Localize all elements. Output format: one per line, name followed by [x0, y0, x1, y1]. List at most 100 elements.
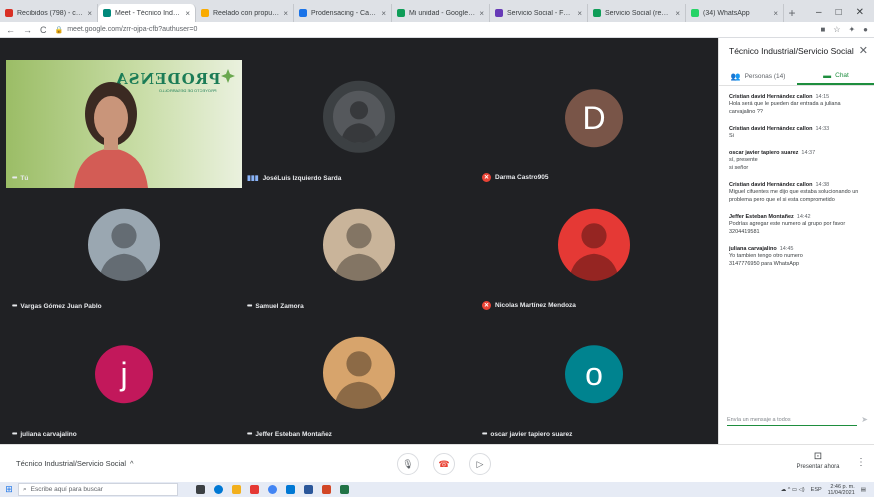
browser-tab[interactable]: Servicio Social (respuestas)×	[588, 4, 686, 22]
more-options-icon[interactable]: ⋮	[856, 457, 866, 468]
file-explorer-icon[interactable]	[232, 485, 241, 494]
participant-grid: PRODENSA PROYECTO DE DESARROLLO ••• Tú ▮▮▮ Jo…	[6, 60, 712, 440]
camera-icon[interactable]: ■	[820, 25, 825, 34]
message-text: 3204419581	[729, 229, 760, 235]
windows-start-icon[interactable]: ⊞	[0, 484, 18, 495]
participant-tile[interactable]: j ••• juliana carvajalino	[6, 316, 242, 444]
browser-tab[interactable]: Mi unidad - Google Drive×	[392, 4, 490, 22]
browser-tab[interactable]: Meet - Técnico Industr... ×	[98, 4, 196, 22]
clock[interactable]: 2:46 p. m. 11/04/2021	[828, 484, 855, 496]
participant-name: Darma Castro905	[495, 174, 549, 181]
participant-tile[interactable]: PRODENSA PROYECTO DE DESARROLLO ••• Tú	[6, 60, 242, 188]
hang-up-button[interactable]: ☎	[433, 453, 455, 475]
tray-icons[interactable]: ☁ ^ ▭ ◁)	[781, 487, 805, 493]
avatar-photo	[323, 208, 395, 281]
tab-title: Meet - Técnico Industr...	[115, 9, 181, 17]
browser-tab[interactable]: Prodensacing - Calendar ×	[294, 4, 392, 22]
audio-dots-icon: •••	[247, 303, 252, 310]
participant-name: oscar javier tapiero suarez	[490, 431, 573, 438]
participant-tile[interactable]: ••• Vargas Gómez Juan Pablo	[6, 188, 242, 316]
close-window-icon[interactable]: ✕	[856, 7, 864, 18]
reload-icon[interactable]: C	[40, 25, 47, 35]
chevron-up-icon: ^	[130, 459, 134, 468]
close-tab-icon[interactable]: ×	[479, 9, 484, 18]
browser-tab-bar: Recibidos (798) - caroleinz...×Meet - Té…	[0, 0, 874, 22]
close-icon[interactable]: ✕	[859, 44, 868, 57]
bookmark-star-icon[interactable]: ☆	[833, 25, 840, 34]
profile-photo-icon	[98, 223, 150, 281]
url-text: meet.google.com/zrr-ojpa-cfb?authuser=0	[67, 26, 198, 33]
panel-tabs: 👥 Personas (14) ▬ Chat	[719, 68, 874, 86]
taskbar-apps	[196, 485, 349, 494]
system-tray: ☁ ^ ▭ ◁) ESP 2:46 p. m. 11/04/2021 ▤	[781, 484, 874, 496]
url-field[interactable]: 🔒 meet.google.com/zrr-ojpa-cfb?authuser=…	[55, 26, 813, 34]
favicon-icon	[299, 9, 307, 17]
tab-people[interactable]: 👥 Personas (14)	[719, 68, 797, 85]
close-tab-icon[interactable]: ×	[185, 9, 190, 18]
taskbar-search[interactable]: ⌕ Escribe aquí para buscar	[18, 483, 178, 496]
favicon-icon	[5, 9, 13, 17]
avatar-photo	[558, 208, 630, 281]
forward-icon[interactable]: →	[23, 25, 32, 35]
browser-tab[interactable]: Recibidos (798) - caroleinz... ×	[0, 4, 98, 22]
avatar-photo	[323, 80, 395, 153]
close-tab-icon[interactable]: ×	[381, 9, 386, 18]
present-now-button[interactable]: ⊡ Presentar ahora	[788, 451, 848, 470]
close-tab-icon[interactable]: ×	[773, 9, 778, 18]
browser-tab[interactable]: Reelado con propuesta (1)...×	[196, 4, 294, 22]
hang-up-icon: ☎	[438, 458, 450, 469]
close-tab-icon[interactable]: ×	[675, 9, 680, 18]
browser-tab[interactable]: Servicio Social - Formulari... ×	[490, 4, 588, 22]
participant-tile[interactable]: ••• Jeffer Esteban Montañez	[241, 316, 477, 444]
word-icon[interactable]	[304, 485, 313, 494]
microphone-button[interactable]: 🎙	[397, 453, 419, 475]
avatar-letter: o	[585, 355, 603, 392]
excel-icon[interactable]	[340, 485, 349, 494]
tab-chat[interactable]: ▬ Chat	[797, 68, 874, 85]
notifications-icon[interactable]: ▤	[861, 487, 866, 493]
store-icon[interactable]	[286, 485, 295, 494]
task-view-icon[interactable]	[196, 485, 205, 494]
tab-title: Prodensacing - Calendar	[311, 9, 377, 17]
clock-time: 2:46 p. m.	[830, 483, 855, 490]
profile-avatar[interactable]: ●	[863, 25, 868, 34]
close-tab-icon[interactable]: ×	[87, 9, 92, 18]
participant-tile[interactable]: ••• Samuel Zamora	[241, 188, 477, 316]
chrome-icon[interactable]	[268, 485, 277, 494]
new-tab-button[interactable]: +	[784, 4, 800, 22]
minimize-icon[interactable]: –	[816, 7, 822, 18]
extension-icon[interactable]: ✦	[848, 25, 855, 34]
chat-message: Jeffer Esteban Montañez 14:42 Podrías agre…	[729, 214, 869, 236]
present-icon: ⊡	[813, 451, 823, 462]
message-text: carvajalino ??	[729, 109, 763, 115]
app-icon-red[interactable]	[250, 485, 259, 494]
participant-tile[interactable]: ✕ Nicolas Martínez Mendoza	[476, 188, 712, 316]
address-bar: ← → C 🔒 meet.google.com/zrr-ojpa-cfb?aut…	[0, 22, 874, 38]
participant-tile[interactable]: D ✕ Darma Castro905	[476, 60, 712, 188]
edge-icon[interactable]	[214, 485, 223, 494]
chat-input[interactable]: Envía un mensaje a todos	[727, 414, 857, 426]
tab-people-label: Personas (14)	[744, 73, 786, 80]
self-person	[74, 82, 148, 188]
browser-tabs: Recibidos (798) - caroleinz...×Meet - Té…	[0, 4, 784, 22]
maximize-icon[interactable]: □	[836, 7, 842, 18]
send-icon[interactable]: ➤	[861, 415, 868, 424]
participant-tile[interactable]: ▮▮▮ JoséLuis Izquierdo Sarda	[241, 60, 477, 188]
search-icon: ⌕	[23, 485, 27, 493]
powerpoint-icon[interactable]	[322, 485, 331, 494]
audio-dots-icon: •••	[482, 431, 487, 438]
browser-tab[interactable]: (34) WhatsApp ×	[686, 4, 784, 22]
close-tab-icon[interactable]: ×	[577, 9, 582, 18]
lock-icon: 🔒	[54, 26, 64, 34]
avatar-photo	[323, 336, 395, 409]
participant-name: Tú	[20, 175, 29, 182]
camera-button[interactable]: ▷	[469, 453, 491, 475]
audio-dots-icon: •••	[12, 431, 17, 438]
back-icon[interactable]: ←	[6, 25, 15, 35]
language-indicator[interactable]: ESP	[811, 487, 822, 493]
meeting-details[interactable]: Técnico Industrial/Servicio Social ^	[16, 459, 134, 468]
participant-tile[interactable]: o ••• oscar javier tapiero suarez	[476, 316, 712, 444]
message-text: Si	[729, 133, 734, 139]
close-tab-icon[interactable]: ×	[283, 9, 288, 18]
audio-dots-icon: •••	[12, 175, 17, 182]
